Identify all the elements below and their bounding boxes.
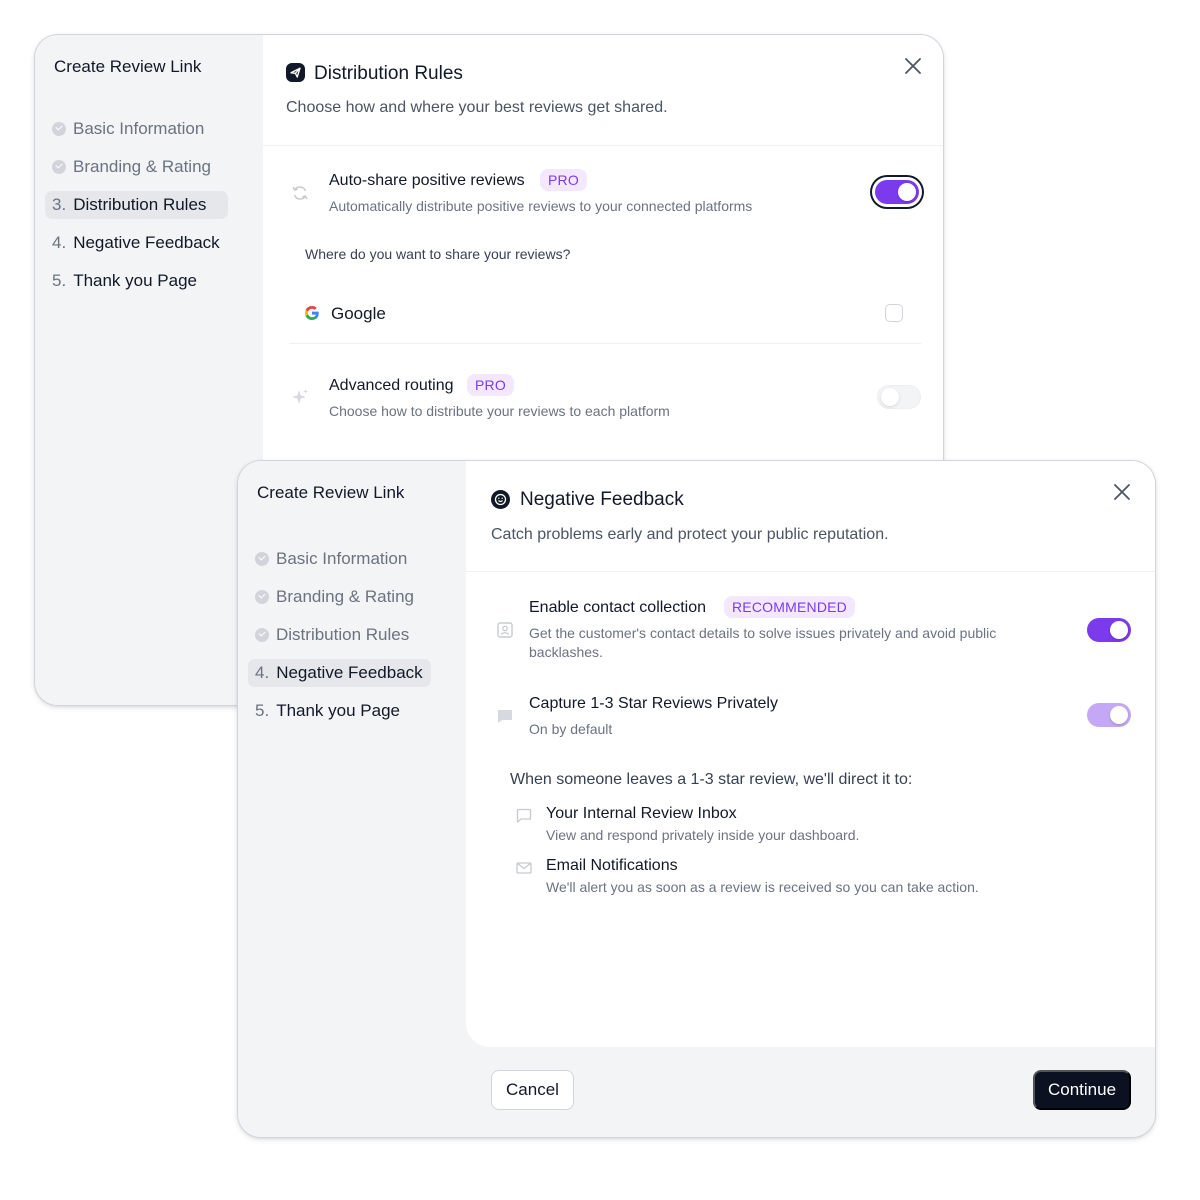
toggle-knob (1110, 706, 1128, 724)
step-basic-information[interactable]: Basic Information (248, 545, 431, 573)
check-circle-icon (255, 552, 269, 566)
share-question: Where do you want to share your reviews? (305, 246, 571, 262)
google-checkbox[interactable] (885, 304, 903, 322)
advanced-routing-toggle[interactable] (877, 385, 921, 409)
check-circle-icon (255, 590, 269, 604)
step-basic-information[interactable]: Basic Information (45, 115, 228, 143)
pro-badge: PRO (540, 169, 587, 191)
sidebar-title: Create Review Link (54, 57, 202, 76)
row-divider (289, 343, 921, 344)
page-subtitle: Catch problems early and protect your pu… (491, 526, 889, 543)
cancel-button[interactable]: Cancel (491, 1070, 574, 1110)
step-number: 3. (52, 195, 67, 214)
pro-badge: PRO (467, 374, 514, 396)
step-label: Negative Feedback (73, 233, 220, 252)
destination-description: View and respond privately inside your d… (546, 827, 860, 843)
chat-bubble-icon (496, 707, 516, 727)
mail-icon (515, 859, 535, 879)
capture-private-title: Capture 1-3 Star Reviews Privately (529, 695, 778, 712)
toggle-knob (898, 183, 916, 201)
step-negative-feedback[interactable]: 4. Negative Feedback (248, 659, 431, 687)
contact-collection-toggle[interactable] (1087, 618, 1131, 642)
advanced-routing-description: Choose how to distribute your reviews to… (329, 403, 670, 419)
header-divider (263, 145, 943, 146)
destination-title: Your Internal Review Inbox (546, 805, 737, 822)
destination-description: We'll alert you as soon as a review is r… (546, 879, 979, 895)
close-icon (905, 58, 921, 74)
sidebar-title: Create Review Link (257, 483, 405, 502)
step-branding-rating[interactable]: Branding & Rating (45, 153, 228, 181)
page-subtitle: Choose how and where your best reviews g… (286, 99, 668, 116)
step-branding-rating[interactable]: Branding & Rating (248, 583, 431, 611)
smile-icon (491, 490, 510, 509)
capture-private-description: On by default (529, 721, 613, 737)
step-label: Distribution Rules (276, 625, 410, 644)
step-label: Branding & Rating (73, 157, 211, 176)
step-distribution-rules[interactable]: Distribution Rules (248, 621, 431, 649)
modal-content: Negative Feedback Catch problems early a… (466, 461, 1155, 1047)
step-negative-feedback[interactable]: 4. Negative Feedback (45, 229, 228, 257)
message-icon (515, 807, 535, 827)
wizard-sidebar: Create Review Link Basic Information Bra… (238, 461, 466, 1137)
contact-card-icon (496, 621, 516, 641)
step-thank-you-page[interactable]: 5. Thank you Page (45, 267, 228, 295)
destination-title: Email Notifications (546, 857, 678, 874)
check-circle-icon (255, 628, 269, 642)
sparkle-icon (290, 387, 310, 407)
google-icon (303, 304, 323, 324)
platform-name: Google (331, 304, 386, 323)
check-circle-icon (52, 160, 66, 174)
contact-collection-title: Enable contact collection (529, 599, 706, 616)
wizard-steps: Basic Information Branding & Rating 3. D… (45, 115, 228, 305)
continue-button[interactable]: Continue (1033, 1070, 1131, 1110)
close-button[interactable] (1112, 482, 1132, 502)
page-title: Distribution Rules (314, 63, 463, 84)
step-label: Branding & Rating (276, 587, 414, 606)
close-icon (1114, 484, 1130, 500)
step-number: 4. (255, 663, 270, 682)
auto-share-description: Automatically distribute positive review… (329, 198, 753, 214)
header-divider (466, 571, 1155, 572)
recommended-badge: RECOMMENDED (724, 596, 855, 618)
step-label: Distribution Rules (73, 195, 207, 214)
toggle-knob (1110, 621, 1128, 639)
step-number: 5. (52, 271, 67, 290)
modal-footer: Cancel Continue (466, 1047, 1155, 1137)
toggle-knob (881, 388, 899, 406)
check-circle-icon (52, 122, 66, 136)
step-number: 4. (52, 233, 67, 252)
auto-share-title: Auto-share positive reviews (329, 172, 525, 189)
step-label: Thank you Page (276, 701, 400, 720)
auto-share-toggle[interactable] (875, 180, 919, 204)
step-label: Basic Information (73, 119, 205, 138)
send-icon (286, 63, 305, 82)
contact-collection-description: Get the customer's contact details to so… (529, 625, 997, 660)
step-label: Negative Feedback (276, 663, 423, 682)
direct-heading: When someone leaves a 1-3 star review, w… (510, 771, 913, 788)
negative-feedback-modal: Create Review Link Basic Information Bra… (237, 460, 1156, 1138)
advanced-routing-title: Advanced routing (329, 377, 454, 394)
wizard-sidebar: Create Review Link Basic Information Bra… (35, 35, 263, 705)
refresh-icon (290, 183, 310, 203)
step-number: 5. (255, 701, 270, 720)
wizard-steps: Basic Information Branding & Rating Dist… (248, 545, 431, 735)
close-button[interactable] (903, 56, 923, 76)
page-title: Negative Feedback (520, 489, 684, 510)
step-label: Basic Information (276, 549, 408, 568)
step-label: Thank you Page (73, 271, 197, 290)
capture-private-toggle[interactable] (1087, 703, 1131, 727)
step-distribution-rules[interactable]: 3. Distribution Rules (45, 191, 228, 219)
step-thank-you-page[interactable]: 5. Thank you Page (248, 697, 431, 725)
